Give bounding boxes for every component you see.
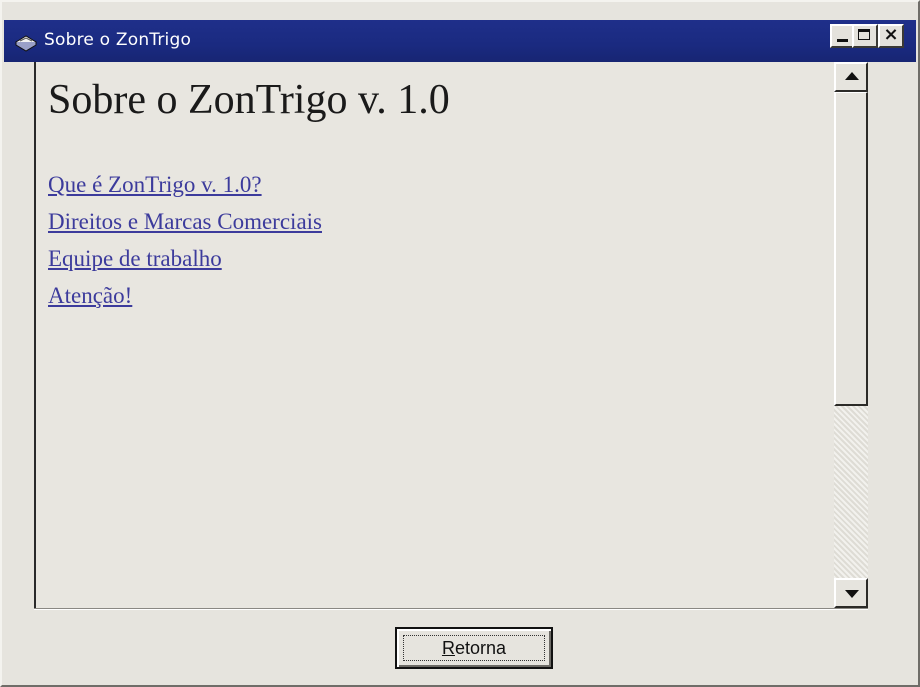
return-button-label-rest: etorna <box>454 638 507 658</box>
topic-links: Que é ZonTrigo v. 1.0? Direitos e Marcas… <box>48 166 322 314</box>
link-equipe-trabalho[interactable]: Equipe de trabalho <box>48 240 322 277</box>
book-icon <box>15 35 37 52</box>
scroll-track[interactable] <box>834 406 868 578</box>
title-bar[interactable]: Sobre o ZonTrigo × <box>4 20 916 62</box>
help-content-pane: Sobre o ZonTrigo v. 1.0 Que é ZonTrigo v… <box>34 62 834 610</box>
accelerator-key: R <box>441 638 455 658</box>
scroll-thumb[interactable] <box>834 92 868 406</box>
about-window: Sobre o ZonTrigo × Sobre o ZonTrigo v. 1… <box>0 0 920 687</box>
page-title: Sobre o ZonTrigo v. 1.0 <box>48 77 450 123</box>
close-icon: × <box>883 24 899 45</box>
divider <box>34 608 868 610</box>
scroll-down-button[interactable] <box>834 578 868 608</box>
arrow-up-icon <box>845 72 859 80</box>
link-que-e-zontrigo[interactable]: Que é ZonTrigo v. 1.0? <box>48 166 322 203</box>
link-atencao[interactable]: Atenção! <box>48 277 322 314</box>
vertical-scrollbar[interactable] <box>834 62 868 610</box>
scroll-up-button[interactable] <box>834 62 868 92</box>
maximize-button[interactable] <box>852 24 878 48</box>
link-direitos-marcas[interactable]: Direitos e Marcas Comerciais <box>48 203 322 240</box>
minimize-icon <box>837 39 848 42</box>
return-button[interactable]: Retorna <box>395 627 553 669</box>
arrow-down-icon <box>845 590 859 598</box>
maximize-icon <box>858 29 870 40</box>
close-button[interactable]: × <box>878 24 904 48</box>
return-button-label: Retorna <box>397 638 551 659</box>
window-title: Sobre o ZonTrigo <box>44 30 192 50</box>
